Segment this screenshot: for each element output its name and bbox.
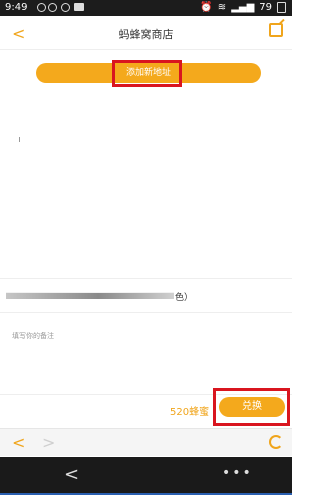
battery-icon (277, 2, 286, 13)
signal-icon: ▂▄▆ (231, 2, 255, 13)
alarm-icon: ⏰ (200, 2, 213, 13)
status-time: 9:49 (5, 2, 28, 13)
sync-icon (37, 3, 46, 12)
page-title: 蚂蜂窝商店 (118, 28, 174, 41)
system-back-icon[interactable]: < (64, 464, 79, 485)
browser-back-icon[interactable]: < (12, 433, 25, 452)
menu-dots-icon[interactable]: ••• (222, 465, 253, 481)
browser-forward-icon[interactable]: > (42, 433, 55, 452)
status-bar: 9:49 ⏰ ≋ ▂▄▆ 79 (0, 0, 292, 16)
remark-input[interactable]: 填写你的备注 (12, 331, 54, 341)
nav-divider (0, 49, 292, 50)
product-name-tail: 色） (175, 293, 194, 303)
divider (0, 312, 292, 313)
scroll-tick (19, 137, 20, 142)
highlight-box (112, 60, 182, 87)
sync-icon (48, 3, 57, 12)
battery-level: 79 (259, 2, 272, 13)
wifi-icon: ≋ (217, 2, 227, 13)
highlight-box (213, 388, 290, 426)
message-icon (74, 3, 84, 11)
share-icon[interactable] (269, 23, 283, 37)
browser-toolbar: < > (0, 428, 292, 456)
q-app-icon (61, 3, 70, 12)
product-name-blurred (6, 292, 174, 299)
price-label: 520蜂蜜 (170, 407, 210, 418)
top-nav: < 蚂蜂窝商店 (0, 16, 292, 50)
refresh-icon[interactable] (269, 435, 283, 449)
divider (0, 278, 292, 279)
system-nav-bar: < ••• (0, 457, 292, 495)
